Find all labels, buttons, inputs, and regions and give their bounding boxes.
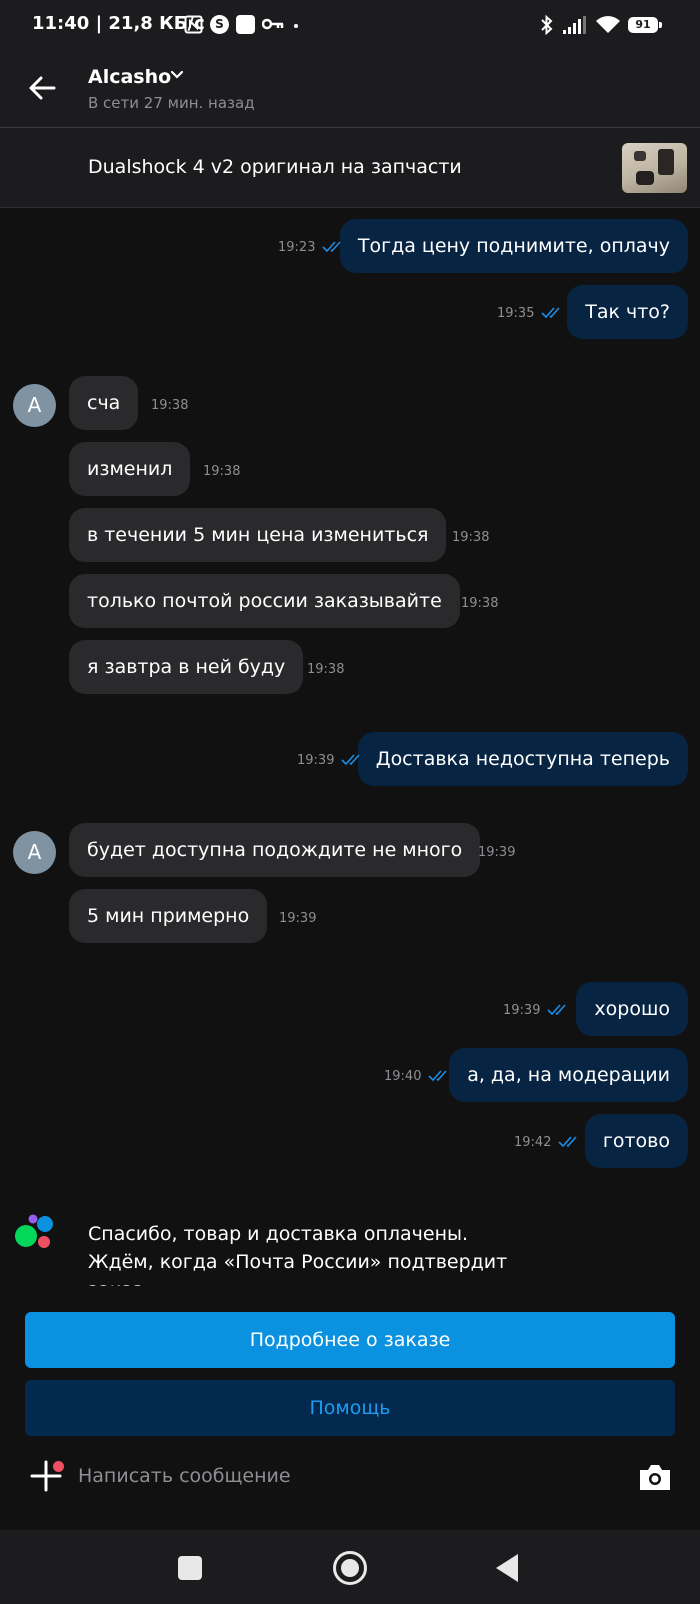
- outgoing-message[interactable]: готово: [584, 1114, 688, 1168]
- contact-name[interactable]: Alcasho: [88, 66, 171, 88]
- incoming-message[interactable]: только почтой россии заказывайте: [69, 574, 460, 628]
- battery-icon: 91: [628, 17, 662, 33]
- message-time: 19:38: [307, 662, 345, 677]
- message-time: 19:39: [503, 1003, 541, 1018]
- camera-icon[interactable]: [638, 1462, 672, 1492]
- read-ticks-icon: [341, 754, 360, 766]
- message-time: 19:23: [278, 240, 316, 255]
- avatar[interactable]: A: [13, 831, 56, 874]
- message-input[interactable]: [78, 1458, 598, 1494]
- read-ticks-icon: [558, 1136, 577, 1148]
- outgoing-message[interactable]: хорошо: [576, 982, 688, 1036]
- message-time: 19:39: [297, 753, 335, 768]
- nfc-icon: [184, 15, 203, 34]
- read-ticks-icon: [322, 241, 341, 253]
- home-circle-icon[interactable]: [333, 1551, 367, 1585]
- incoming-message[interactable]: я завтра в ней буду: [69, 640, 304, 694]
- chevron-down-icon[interactable]: [170, 70, 184, 80]
- incoming-message[interactable]: 5 мин примерно: [69, 889, 268, 943]
- product-title[interactable]: Dualshock 4 v2 оригинал на запчасти: [88, 156, 462, 178]
- incoming-message[interactable]: изменил: [69, 442, 191, 496]
- system-message-line: Спасибо, товар и доставка оплачены.: [88, 1223, 469, 1245]
- system-nav-bar: [0, 1530, 700, 1604]
- message-time: 19:38: [452, 530, 490, 545]
- read-ticks-icon: [541, 307, 560, 319]
- product-bar[interactable]: Dualshock 4 v2 оригинал на запчасти: [0, 128, 700, 208]
- message-time: 19:35: [497, 306, 535, 321]
- bluetooth-icon: [541, 15, 553, 35]
- chat-header: Alcasho В сети 27 мин. назад: [0, 48, 700, 128]
- read-ticks-icon: [547, 1004, 566, 1016]
- outgoing-message[interactable]: Тогда цену поднимите, оплачу: [339, 219, 688, 273]
- back-triangle-icon[interactable]: [496, 1554, 518, 1582]
- arrow-left-icon[interactable]: [24, 70, 60, 106]
- message-time: 19:40: [384, 1069, 422, 1084]
- dot-icon: [294, 24, 298, 28]
- contact-status: В сети 27 мин. назад: [88, 94, 255, 112]
- outgoing-message[interactable]: Доставка недоступна теперь: [357, 732, 688, 786]
- s-app-icon: S: [210, 15, 229, 34]
- incoming-message[interactable]: будет доступна подождите не много: [69, 823, 481, 877]
- status-bar: 11:40 | 21,8 КБ/с S 91: [0, 0, 700, 48]
- shop-icon: [236, 15, 255, 34]
- avatar[interactable]: A: [13, 384, 56, 427]
- status-time: 11:40 | 21,8 КБ/с: [32, 13, 205, 34]
- read-ticks-icon: [428, 1070, 447, 1082]
- message-time: 19:38: [151, 398, 189, 413]
- key-icon: [262, 18, 284, 30]
- message-time: 19:38: [203, 464, 241, 479]
- outgoing-message[interactable]: а, да, на модерации: [449, 1048, 688, 1102]
- message-time: 19:38: [461, 596, 499, 611]
- message-time: 19:39: [279, 911, 317, 926]
- system-message-line: Ждём, когда «Почта России» подтвердит: [88, 1251, 508, 1273]
- notification-dot: [53, 1461, 64, 1472]
- recents-square-icon[interactable]: [178, 1556, 202, 1580]
- message-time: 19:42: [514, 1135, 552, 1150]
- order-details-button[interactable]: Подробнее о заказе: [25, 1312, 675, 1368]
- help-button[interactable]: Помощь: [25, 1380, 675, 1436]
- bottom-panel: Подробнее о заказе Помощь: [0, 1286, 700, 1530]
- outgoing-message[interactable]: Так что?: [567, 285, 688, 339]
- incoming-message[interactable]: в течении 5 мин цена измениться: [69, 508, 447, 562]
- wifi-icon: [596, 16, 620, 33]
- message-time: 19:39: [478, 845, 516, 860]
- incoming-message[interactable]: сча: [69, 376, 139, 430]
- signal-icon: [563, 16, 586, 34]
- product-thumbnail[interactable]: [622, 143, 687, 193]
- avito-logo-icon: [15, 1214, 53, 1248]
